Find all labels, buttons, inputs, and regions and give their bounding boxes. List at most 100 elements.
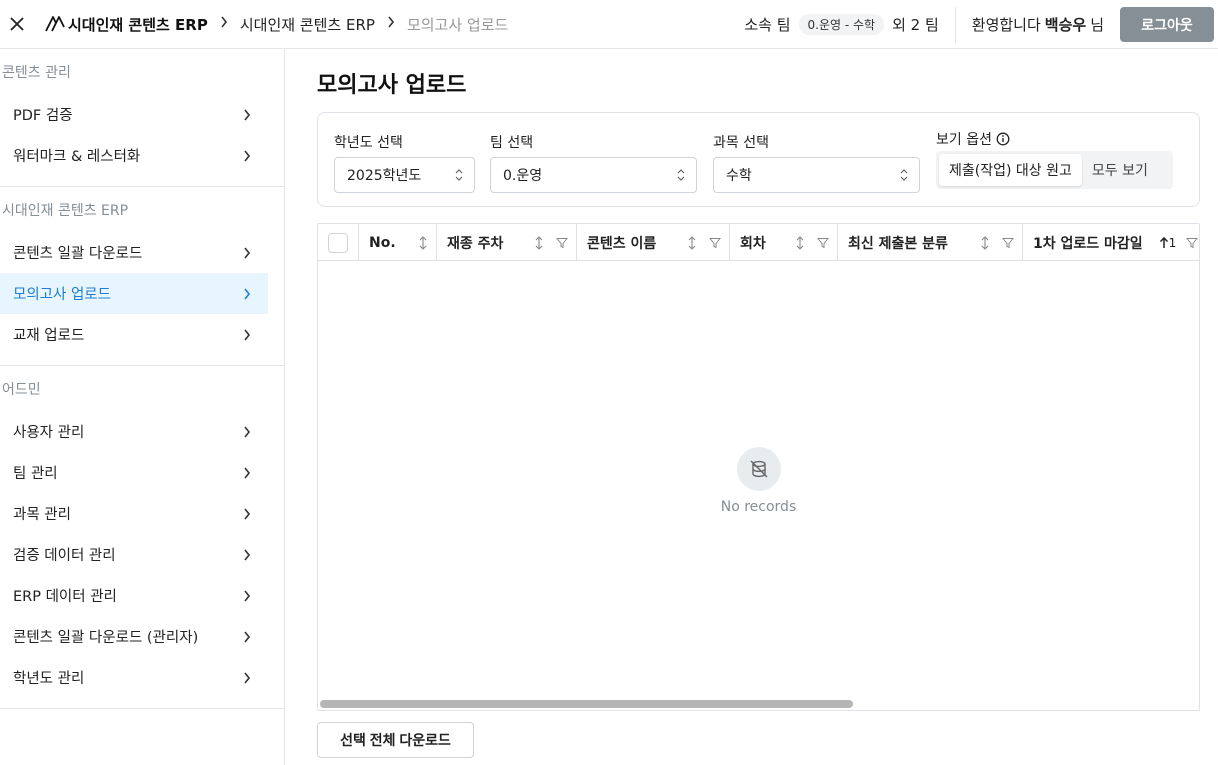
logo-link[interactable]: 시대인재 콘텐츠 ERP [44, 14, 208, 35]
column-header-icons [534, 224, 568, 261]
sidebar-item-pdf-verify[interactable]: PDF 검증 [0, 94, 268, 135]
empty-state-text: No records [720, 499, 797, 515]
sort-icon[interactable] [418, 235, 428, 250]
column-header-label: 1차 업로드 마감일 [1033, 235, 1143, 252]
view-option-label-row: 보기 옵션 [936, 129, 1176, 149]
sidebar-item-teams[interactable]: 팀 관리 [0, 452, 268, 493]
team-label: 소속 팀 [744, 16, 791, 34]
filter-card: 학년도 선택 2025학년도 팀 선택 0.운영 과목 선택 수학 보기 옵션 [317, 112, 1200, 207]
info-icon[interactable] [996, 132, 1010, 146]
download-all-button[interactable]: 선택 전체 다운로드 [317, 722, 474, 758]
column-header-week[interactable]: 재종 주차 [437, 224, 577, 261]
column-header-label: 회차 [740, 235, 766, 252]
team-label: 팀 선택 [490, 135, 534, 151]
sidebar-item-label: 워터마크 & 레스터화 [13, 149, 141, 165]
sidebar-item-label: 사용자 관리 [13, 425, 85, 441]
sidebar-item-mock-exam-upload[interactable]: 모의고사 업로드 [0, 273, 268, 314]
sidebar-item-textbook-upload[interactable]: 교재 업로드 [0, 314, 268, 355]
top-header: 시대인재 콘텐츠 ERP 시대인재 콘텐츠 ERP 모의고사 업로드 소속 팀 … [0, 0, 1218, 49]
table-header: No. 재종 주차 콘텐츠 이름 회차 최신 제출본 분류 1차 업로드 마감일… [318, 224, 1199, 261]
select-updown-icon [900, 169, 908, 181]
filter-icon[interactable] [817, 237, 829, 249]
column-header-icons [980, 224, 1014, 261]
year-select[interactable]: 2025학년도 [334, 157, 475, 193]
chevron-right-icon [242, 287, 252, 301]
close-icon[interactable] [2, 9, 32, 39]
subject-label: 과목 선택 [713, 135, 769, 151]
chevron-right-icon [242, 149, 252, 163]
sidebar-item-label: 교재 업로드 [13, 328, 85, 344]
header-divider [954, 6, 956, 43]
sidebar-item-watermark[interactable]: 워터마크 & 레스터화 [0, 135, 268, 176]
chevron-right-icon [242, 246, 252, 260]
horizontal-scrollbar[interactable] [320, 700, 853, 708]
year-field: 학년도 선택 2025학년도 [334, 132, 475, 193]
column-header-no[interactable]: No. [359, 224, 437, 261]
sidebar-item-admin-bulk-download[interactable]: 콘텐츠 일괄 다운로드 (관리자) [0, 616, 268, 657]
sidebar-section-title: 콘텐츠 관리 [2, 64, 71, 81]
select-updown-icon [677, 169, 685, 181]
sidebar-item-label: 검증 데이터 관리 [13, 548, 116, 564]
sidebar-item-school-years[interactable]: 학년도 관리 [0, 657, 268, 698]
subject-select[interactable]: 수학 [713, 157, 920, 193]
sidebar-item-label: 팀 관리 [13, 466, 58, 482]
main-content: 모의고사 업로드 학년도 선택 2025학년도 팀 선택 0.운영 과목 선택 … [286, 49, 1218, 765]
view-option-target[interactable]: 제출(작업) 대상 원고 [939, 154, 1082, 186]
sidebar-item-verify-data[interactable]: 검증 데이터 관리 [0, 534, 268, 575]
column-header-latest-category[interactable]: 최신 제출본 분류 [838, 224, 1023, 261]
arrow-up-icon [1159, 236, 1168, 248]
column-header-first-deadline[interactable]: 1차 업로드 마감일 1 [1023, 224, 1199, 261]
chevron-right-icon [242, 548, 252, 562]
select-all-checkbox[interactable] [328, 232, 348, 253]
sidebar-item-label: PDF 검증 [13, 108, 73, 124]
view-option-all[interactable]: 모두 보기 [1082, 154, 1158, 186]
subject-field: 과목 선택 수학 [713, 132, 920, 193]
chevron-right-icon [242, 507, 252, 521]
filter-icon[interactable] [1186, 237, 1199, 249]
sort-icon[interactable] [687, 235, 697, 250]
sidebar-item-users[interactable]: 사용자 관리 [0, 411, 268, 452]
sort-indicator[interactable]: 1 [1159, 236, 1199, 250]
column-header-content-name[interactable]: 콘텐츠 이름 [577, 224, 730, 261]
team-select[interactable]: 0.운영 [490, 157, 697, 193]
sidebar-item-label: 콘텐츠 일괄 다운로드 [13, 246, 143, 262]
filter-icon[interactable] [709, 237, 721, 249]
filter-icon[interactable] [1002, 237, 1014, 249]
data-table: No. 재종 주차 콘텐츠 이름 회차 최신 제출본 분류 1차 업로드 마감일… [317, 223, 1200, 711]
column-header-icons [795, 224, 829, 261]
breadcrumb-item-erp[interactable]: 시대인재 콘텐츠 ERP [240, 14, 375, 35]
filter-icon[interactable] [556, 237, 568, 249]
chevron-right-icon [242, 671, 252, 685]
sidebar-item-bulk-download[interactable]: 콘텐츠 일괄 다운로드 [0, 232, 268, 273]
sort-icon[interactable] [534, 235, 544, 250]
empty-state: No records [318, 261, 1199, 701]
welcome-prefix: 환영합니다 [971, 16, 1041, 34]
sidebar-item-subjects[interactable]: 과목 관리 [0, 493, 268, 534]
database-off-icon [736, 447, 781, 491]
team-select-value: 0.운영 [503, 168, 543, 184]
logout-button[interactable]: 로그아웃 [1120, 7, 1214, 42]
honorific: 님 [1090, 16, 1104, 34]
sidebar-section-title: 어드민 [2, 381, 41, 398]
header-user-area: 소속 팀 0.운영 - 수학 외 2 팀 환영합니다 백승우 님 로그아웃 [744, 0, 1218, 49]
column-header-icons [418, 224, 428, 261]
user-name: 백승우 [1044, 16, 1087, 34]
sort-icon[interactable] [795, 235, 805, 250]
sidebar-section-content: 콘텐츠 관리 PDF 검증 워터마크 & 레스터화 [0, 49, 284, 187]
sidebar-item-label: 콘텐츠 일괄 다운로드 (관리자) [13, 630, 199, 646]
chevron-right-icon [220, 16, 228, 32]
chevron-right-icon [242, 589, 252, 603]
chevron-right-icon [242, 108, 252, 122]
chevron-right-icon [242, 425, 252, 439]
sidebar-section-erp: 시대인재 콘텐츠 ERP 콘텐츠 일괄 다운로드 모의고사 업로드 교재 업로드 [0, 187, 284, 366]
chevron-right-icon [387, 16, 395, 32]
team-field: 팀 선택 0.운영 [490, 132, 697, 193]
chevron-right-icon [242, 466, 252, 480]
logo-icon [45, 16, 65, 32]
sidebar-item-erp-data[interactable]: ERP 데이터 관리 [0, 575, 268, 616]
sidebar-item-label: 학년도 관리 [13, 671, 85, 687]
team-badge: 0.운영 - 수학 [798, 14, 885, 35]
sidebar-section-title: 시대인재 콘텐츠 ERP [2, 202, 129, 219]
sort-icon[interactable] [980, 235, 990, 250]
column-header-round[interactable]: 회차 [730, 224, 838, 261]
